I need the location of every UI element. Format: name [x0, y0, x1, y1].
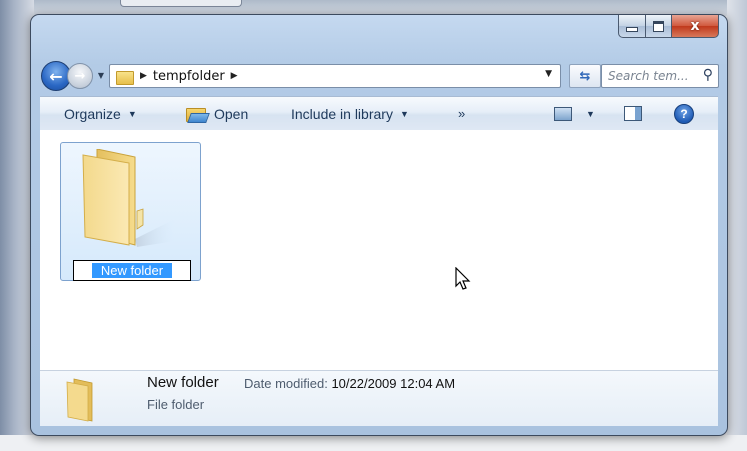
folder-icon — [66, 378, 93, 422]
folder-icon — [82, 149, 175, 247]
views-icon — [554, 106, 572, 121]
refresh-icon: ⇆ — [579, 68, 591, 84]
chevron-down-icon: ▼ — [97, 70, 105, 80]
organize-label: Organize — [64, 105, 121, 122]
maximize-icon — [653, 20, 664, 32]
details-item-name: New folder — [147, 374, 219, 391]
rename-textbox[interactable] — [73, 260, 191, 281]
details-item-type: File folder — [147, 397, 205, 412]
date-modified-value: 10/22/2009 12:04 AM — [331, 376, 456, 391]
refresh-button[interactable]: ⇆ — [569, 64, 601, 88]
include-in-library-label: Include in library — [291, 105, 393, 122]
change-view-button[interactable] — [554, 97, 572, 130]
chevron-down-icon: ▼ — [586, 108, 595, 119]
desktop-background-bottom — [0, 435, 747, 451]
close-button[interactable]: x — [672, 15, 719, 38]
file-list[interactable] — [40, 130, 718, 371]
minimize-button[interactable] — [618, 15, 646, 38]
preview-pane-icon — [624, 106, 642, 121]
rename-input[interactable] — [92, 263, 172, 278]
view-options-dropdown[interactable]: ▼ — [586, 97, 595, 130]
address-bar[interactable]: ▶ tempfolder ▶ ▼ — [109, 64, 561, 88]
breadcrumb-separator-icon[interactable]: ▶ — [231, 71, 238, 81]
open-button[interactable]: Open — [186, 97, 248, 130]
address-dropdown-icon[interactable]: ▼ — [545, 69, 552, 79]
search-box[interactable]: ⚲ — [601, 64, 719, 88]
forward-button[interactable]: → — [67, 63, 93, 89]
preview-pane-button[interactable] — [624, 97, 642, 130]
back-arrow-icon: ← — [49, 66, 63, 86]
chevron-down-icon: ▼ — [399, 108, 409, 119]
breadcrumb-tempfolder[interactable]: tempfolder — [153, 69, 225, 84]
details-date-modified: Date modified: 10/22/2009 12:04 AM — [244, 376, 455, 391]
date-modified-label: Date modified: — [244, 376, 328, 391]
search-input[interactable] — [608, 69, 698, 83]
breadcrumb-separator-icon[interactable]: ▶ — [140, 71, 147, 81]
organize-button[interactable]: Organize ▼ — [64, 97, 137, 130]
open-label: Open — [214, 105, 249, 122]
recent-pages-dropdown[interactable]: ▼ — [95, 68, 107, 82]
search-icon[interactable]: ⚲ — [703, 67, 713, 83]
forward-arrow-icon: → — [74, 68, 86, 84]
list-item[interactable] — [60, 142, 201, 281]
caption-buttons: x — [618, 15, 719, 39]
navigation-bar: ← → ▼ ▶ tempfolder ▶ ▼ ⇆ ⚲ — [41, 60, 719, 91]
explorer-window: x ← → ▼ ▶ tempfolder ▶ ▼ ⇆ ⚲ Organize — [30, 14, 728, 436]
help-icon: ? — [674, 103, 694, 124]
open-folder-icon — [186, 106, 210, 123]
mouse-pointer-icon — [455, 267, 471, 290]
desktop-background-right — [727, 0, 747, 451]
command-bar: Organize ▼ Open Include in library ▼ » ▼… — [40, 96, 718, 131]
more-commands-button[interactable]: » — [458, 97, 465, 130]
chevron-down-icon: ▼ — [127, 108, 137, 119]
maximize-button[interactable] — [646, 15, 672, 38]
help-button[interactable]: ? — [674, 97, 694, 130]
desktop-background-left — [0, 0, 34, 451]
details-pane: New folder Date modified: 10/22/2009 12:… — [40, 371, 718, 426]
minimize-icon — [626, 26, 638, 32]
close-icon: x — [690, 18, 700, 34]
more-commands-label: » — [458, 106, 466, 121]
background-window-edge — [120, 0, 242, 7]
include-in-library-button[interactable]: Include in library ▼ — [291, 97, 409, 130]
folder-icon — [116, 69, 134, 85]
